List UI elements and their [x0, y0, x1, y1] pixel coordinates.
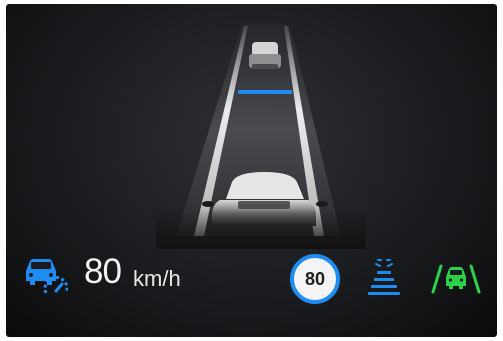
following-distance-line: [238, 90, 292, 94]
cluster-display: 80 km/h 80: [6, 4, 497, 337]
set-speed-unit: km/h: [133, 266, 181, 291]
status-bar: 80 km/h 80: [6, 240, 497, 310]
speed-limit-sign: 80: [290, 254, 340, 304]
lane-keeping-car-icon: [431, 264, 481, 294]
lead-vehicle: [249, 42, 281, 69]
set-speed-value: 80: [84, 252, 122, 291]
car-speedometer-icon: [26, 259, 68, 294]
following-distance-bars-icon: [368, 259, 400, 295]
speed-limit-value: 80: [304, 268, 326, 289]
